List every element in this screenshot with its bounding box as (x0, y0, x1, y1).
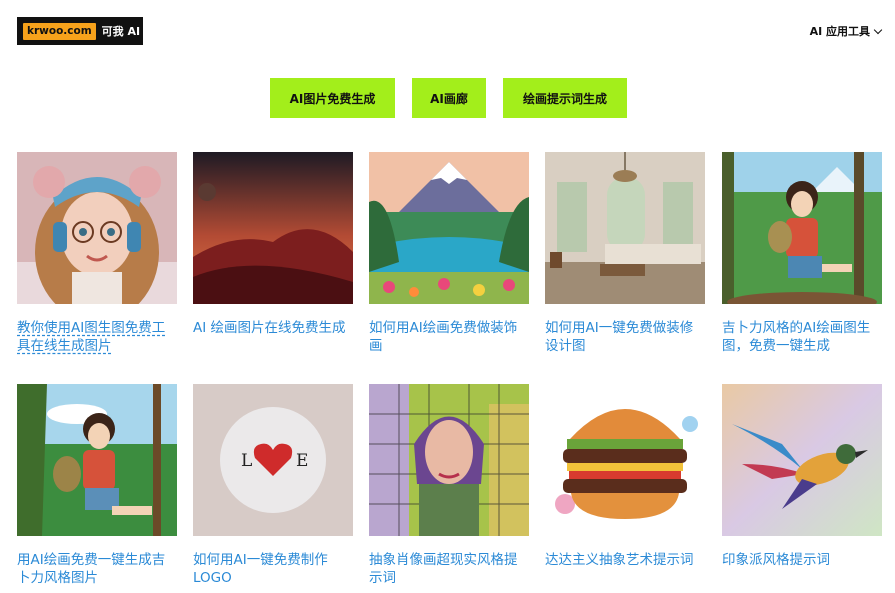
gallery-card-title[interactable]: 如何用AI一键免费做装修设计图 (545, 319, 705, 355)
gallery-card-title[interactable]: 如何用AI绘画免费做装饰画 (369, 319, 529, 355)
gallery-thumbnail[interactable] (17, 152, 177, 304)
prompt-generator-button[interactable]: 绘画提示词生成 (503, 78, 627, 118)
gallery-card[interactable]: 用AI绘画免费一键生成吉卜力风格图片 (17, 384, 177, 587)
gallery-card[interactable]: 吉卜力风格的AI绘画图生图，免费一键生成 (722, 152, 882, 355)
gallery-card-title[interactable]: 如何用AI一键免费制作LOGO (193, 551, 353, 587)
gallery-card-title[interactable]: 抽象肖像画超现实风格提示词 (369, 551, 529, 587)
gallery-card[interactable]: 抽象肖像画超现实风格提示词 (369, 384, 529, 587)
gallery-card[interactable]: 如何用AI绘画免费做装饰画 (369, 152, 529, 355)
gallery-card[interactable]: L E 如何用AI一键免费制作LOGO (193, 384, 353, 587)
gallery-card[interactable]: 达达主义抽象艺术提示词 (545, 384, 705, 569)
svg-text:L: L (241, 451, 252, 471)
gallery-card[interactable]: 教你使用AI图生图免费工具在线生成图片 (17, 152, 177, 355)
gallery-thumbnail[interactable] (193, 152, 353, 304)
gallery-thumbnail[interactable] (369, 152, 529, 304)
ai-tools-menu-label: AI 应用工具 (809, 25, 870, 38)
gallery-card-title[interactable]: 印象派风格提示词 (722, 551, 882, 569)
ai-image-generate-button[interactable]: AI图片免费生成 (270, 78, 395, 118)
ai-gallery-button[interactable]: AI画廊 (412, 78, 486, 118)
ai-tools-menu[interactable]: AI 应用工具 (809, 23, 883, 39)
logo-badge: krwoo.com (23, 22, 96, 40)
gallery-card[interactable]: 如何用AI一键免费做装修设计图 (545, 152, 705, 355)
svg-text:E: E (296, 451, 308, 471)
gallery-card[interactable]: 印象派风格提示词 (722, 384, 882, 569)
gallery-thumbnail[interactable] (17, 384, 177, 536)
logo-text: 可我 AI (101, 25, 141, 38)
chevron-down-icon (873, 25, 883, 34)
gallery-card-title[interactable]: 教你使用AI图生图免费工具在线生成图片 (17, 319, 177, 355)
gallery-card[interactable]: AI 绘画图片在线免费生成 (193, 152, 353, 337)
gallery-card-title[interactable]: 达达主义抽象艺术提示词 (545, 551, 705, 569)
gallery-card-title[interactable]: 用AI绘画免费一键生成吉卜力风格图片 (17, 551, 177, 587)
site-logo[interactable]: krwoo.com 可我 AI (17, 17, 143, 45)
gallery-card-title[interactable]: AI 绘画图片在线免费生成 (193, 319, 353, 337)
gallery-card-title[interactable]: 吉卜力风格的AI绘画图生图，免费一键生成 (722, 319, 882, 355)
gallery-thumbnail[interactable] (722, 152, 882, 304)
gallery-thumbnail[interactable] (722, 384, 882, 536)
gallery-thumbnail[interactable] (369, 384, 529, 536)
gallery-thumbnail[interactable]: L E (193, 384, 353, 536)
gallery-thumbnail[interactable] (545, 152, 705, 304)
gallery-thumbnail[interactable] (545, 384, 705, 536)
